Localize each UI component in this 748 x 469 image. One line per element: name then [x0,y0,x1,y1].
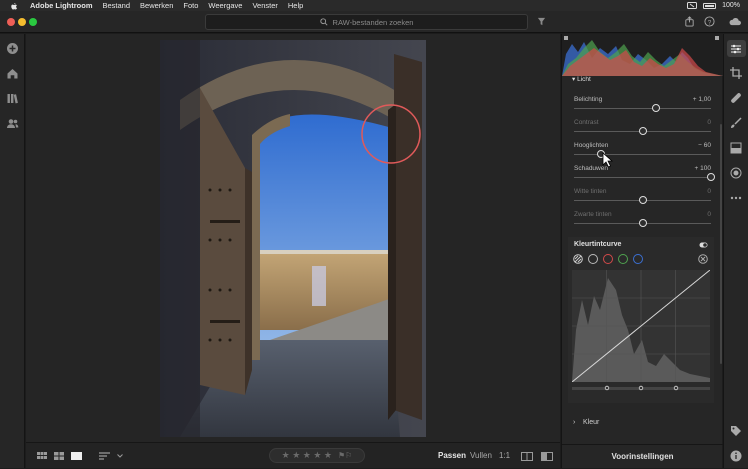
right-toolbar [723,34,748,468]
ratio-button[interactable]: 1:1 [499,451,510,460]
title-bar: RAW-bestanden zoeken ? [0,11,748,33]
single-view-icon[interactable] [71,452,82,460]
menu-app-name[interactable]: Adobe Lightroom [30,1,93,10]
menu-bar: Adobe Lightroom Bestand Bewerken Foto We… [0,0,748,11]
menu-bestand[interactable]: Bestand [103,1,131,10]
slider-label: Zwarte tinten [574,211,612,218]
slider-label: Contrast [574,119,599,126]
slider-label: Belichting [574,96,603,103]
menu-bewerken[interactable]: Bewerken [140,1,173,10]
section-color-label: Kleur [583,419,600,426]
fit-button[interactable]: Passen [438,451,466,460]
search-placeholder: RAW-bestanden zoeken [332,17,414,27]
section-light-header[interactable]: ▾ Licht [572,75,591,83]
slider-knob[interactable] [707,173,715,181]
menu-help[interactable]: Help [288,1,303,10]
slider-knob[interactable] [652,104,661,112]
slider-knob[interactable] [638,219,647,227]
window-close-button[interactable] [7,18,15,26]
svg-text:?: ? [708,19,712,26]
tone-curve-panel: Kleurtintcurve [568,237,714,403]
tone-curve-title: Kleurtintcurve [574,241,622,248]
menu-venster[interactable]: Venster [252,1,277,10]
search-input[interactable]: RAW-bestanden zoeken [205,14,528,30]
before-after-icon[interactable] [541,452,553,461]
rating-stars[interactable]: ★ ★ ★ ★ ★ ⚑⚐ [269,448,365,463]
edit-panel: ▾ Licht Belichting + 1,00 Contrast 0 Hoo… [561,34,723,468]
filter-icon[interactable] [537,17,546,26]
brush-icon[interactable] [730,117,742,129]
grid-large-icon[interactable] [54,452,64,460]
slider-track[interactable] [574,177,711,178]
menu-weergave[interactable]: Weergave [208,1,242,10]
people-icon[interactable] [6,117,19,130]
grid-small-icon[interactable] [37,452,47,460]
healing-icon[interactable] [730,92,742,104]
tone-curve-graph[interactable] [572,270,710,382]
edit-sliders-icon[interactable] [730,43,742,55]
menu-foto[interactable]: Foto [183,1,198,10]
photo-content [160,40,426,437]
library-icon[interactable] [6,92,19,105]
info-icon[interactable] [730,450,742,462]
slider-label: Witte tinten [574,188,607,195]
slider-track[interactable] [574,108,711,109]
slider-value[interactable]: 0 [707,119,711,126]
histogram [562,34,723,76]
mouse-cursor-icon [602,152,614,168]
highlight-clip-indicator[interactable] [715,36,719,40]
more-icon[interactable] [730,192,742,204]
presets-button[interactable]: Voorinstellingen [562,444,723,468]
slider-value[interactable]: + 1,00 [693,96,711,103]
gradient-icon[interactable] [730,142,742,154]
battery-percentage: 100% [722,2,740,9]
radial-icon[interactable] [730,167,742,179]
slider-track[interactable] [574,154,711,155]
slider-value[interactable]: + 100 [695,165,711,172]
slider-knob[interactable] [638,127,647,135]
plus-icon[interactable] [6,42,19,55]
curve-red-channel[interactable] [603,254,613,264]
home-icon[interactable] [6,67,19,80]
curve-rgb-channel[interactable] [588,254,598,264]
cloud-icon[interactable] [728,16,742,27]
star-rating[interactable]: ★ ★ ★ ★ ★ [282,450,332,461]
slider-value[interactable]: 0 [707,188,711,195]
flag-icons[interactable]: ⚑⚐ [338,451,352,460]
slider-label: Hooglichten [574,142,609,149]
slider-value[interactable]: − 60 [698,142,711,149]
photo-image[interactable] [160,40,426,437]
pen-tablet-icon[interactable] [687,2,698,9]
toggle-icon[interactable] [699,242,708,248]
apple-icon[interactable] [10,2,18,10]
slider-knob[interactable] [638,196,647,204]
parametric-curve-icon[interactable] [573,254,583,264]
curve-range-handles[interactable] [572,384,710,392]
compare-icon[interactable] [521,452,533,461]
section-color-header[interactable]: › Kleur [562,414,723,432]
help-icon[interactable]: ? [704,16,715,27]
window-minimize-button[interactable] [18,18,26,26]
battery-icon[interactable] [703,2,717,9]
curve-green-channel[interactable] [618,254,628,264]
section-light-label: Licht [577,76,591,83]
panel-scrollbar[interactable] [720,124,722,364]
fill-button[interactable]: Vullen [470,451,492,460]
reset-curve-icon[interactable] [698,254,708,264]
crop-icon[interactable] [730,67,742,79]
left-toolbar [0,34,25,468]
shadow-clip-indicator[interactable] [564,36,568,40]
chevron-down-icon[interactable] [117,454,123,458]
tag-icon[interactable] [730,425,742,437]
sort-icon[interactable] [99,452,110,460]
bottom-toolbar: ★ ★ ★ ★ ★ ⚑⚐ Passen Vullen 1:1 [26,442,560,468]
slider-value[interactable]: 0 [707,211,711,218]
window-zoom-button[interactable] [29,18,37,26]
curve-blue-channel[interactable] [633,254,643,264]
chevron-right-icon: › [573,419,576,426]
search-icon [319,18,328,26]
share-icon[interactable] [684,16,695,27]
